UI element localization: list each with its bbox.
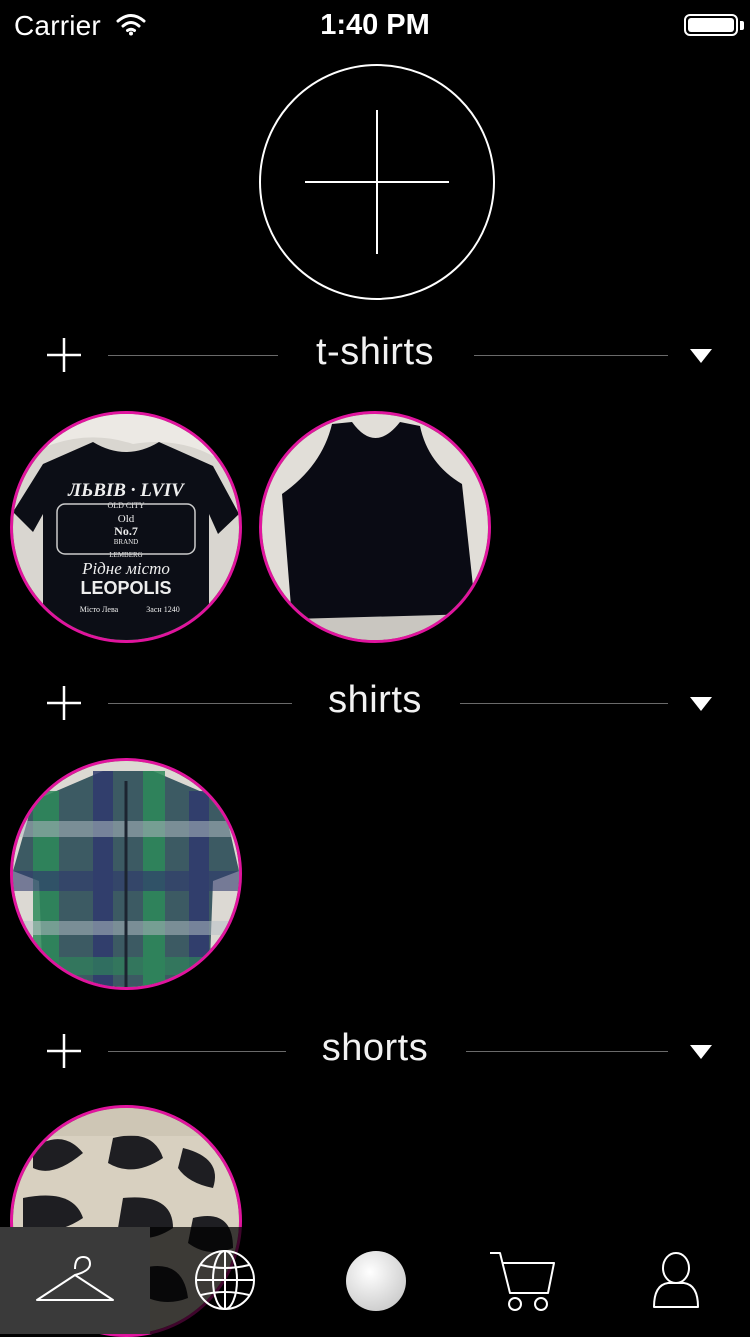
plaid-shirt-photo xyxy=(13,761,239,987)
person-icon xyxy=(653,1252,699,1308)
plus-icon xyxy=(305,110,449,254)
triangle-down-icon[interactable] xyxy=(690,349,712,363)
ball-icon xyxy=(346,1251,406,1311)
clothing-item-photo[interactable] xyxy=(259,411,491,643)
divider-line xyxy=(466,1051,668,1052)
svg-text:Місто Лева: Місто Лева xyxy=(80,605,119,614)
globe-icon xyxy=(195,1250,255,1310)
svg-text:No.7: No.7 xyxy=(114,524,138,538)
add-clothing-button[interactable] xyxy=(259,64,495,300)
section-header-shorts: shorts xyxy=(0,1021,750,1081)
svg-text:OLD CITY: OLD CITY xyxy=(107,501,144,510)
section-title: shorts xyxy=(321,1027,429,1069)
svg-text:LEMBERG: LEMBERG xyxy=(109,551,142,559)
clothing-item-photo[interactable]: ЛЬВІВ · LVIV OLD CITY Old No.7 BRAND LEM… xyxy=(10,411,242,643)
tshirt-photo: ЛЬВІВ · LVIV OLD CITY Old No.7 BRAND LEM… xyxy=(13,414,239,640)
clock-time: 1:40 PM xyxy=(320,9,430,41)
battery-tip xyxy=(740,21,744,30)
tab-wardrobe[interactable] xyxy=(0,1227,150,1334)
tab-profile[interactable] xyxy=(600,1227,750,1334)
section-header-t-shirts: t-shirts xyxy=(0,325,750,385)
hanger-icon xyxy=(36,1256,114,1301)
section-header-shirts: shirts xyxy=(0,673,750,733)
tab-explore[interactable] xyxy=(150,1227,300,1334)
battery-icon xyxy=(684,14,738,36)
svg-text:Рідне місто: Рідне місто xyxy=(81,559,170,578)
status-bar: Carrier 1:40 PM xyxy=(0,0,750,50)
tank-top-photo xyxy=(262,414,488,640)
divider-line xyxy=(474,355,668,356)
tab-cart[interactable] xyxy=(450,1227,600,1334)
section-title: t-shirts xyxy=(316,331,434,373)
svg-text:ЛЬВІВ · LVIV: ЛЬВІВ · LVIV xyxy=(67,480,185,501)
clothing-item-photo[interactable] xyxy=(10,758,242,990)
svg-text:LEOPOLIS: LEOPOLIS xyxy=(80,578,171,598)
svg-text:BRAND: BRAND xyxy=(114,538,139,546)
section-title: shirts xyxy=(328,679,422,721)
triangle-down-icon[interactable] xyxy=(690,1045,712,1059)
tab-bar xyxy=(0,1227,750,1334)
divider-line xyxy=(460,703,668,704)
triangle-down-icon[interactable] xyxy=(690,697,712,711)
svg-text:Засн 1240: Засн 1240 xyxy=(146,605,179,614)
cart-icon xyxy=(490,1252,555,1311)
tab-center[interactable] xyxy=(300,1227,450,1334)
